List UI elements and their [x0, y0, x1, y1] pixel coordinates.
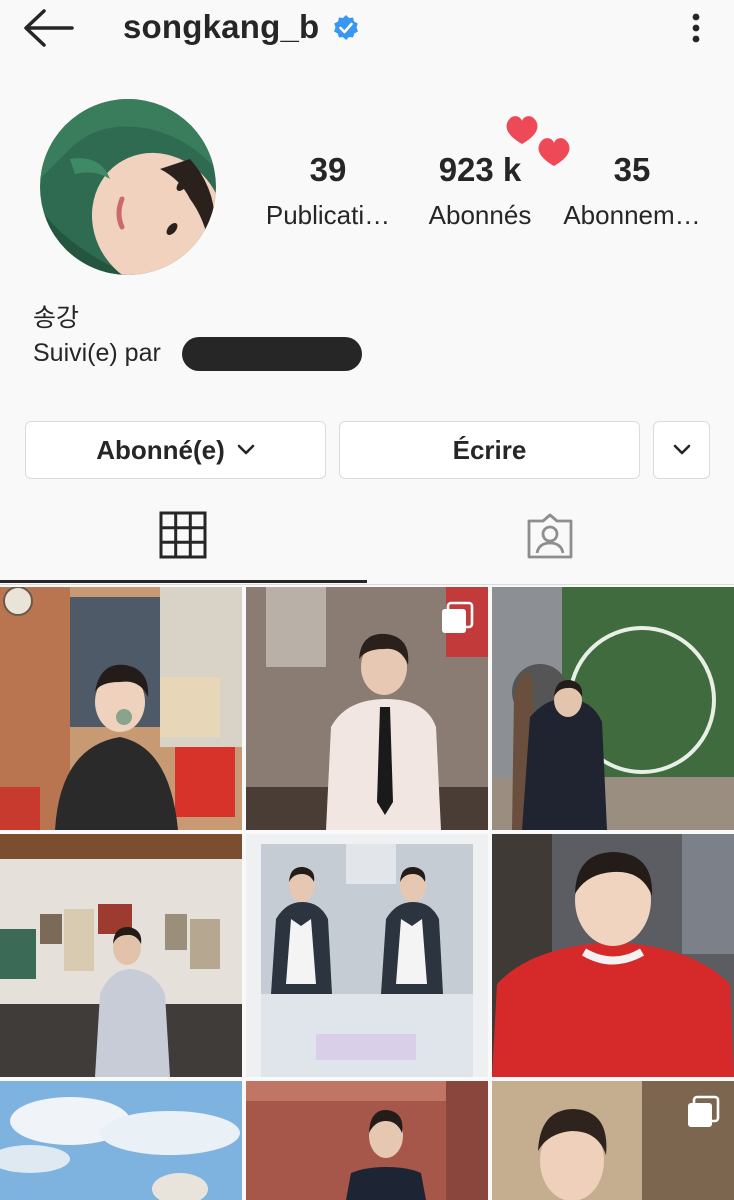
stat-following-value: 35	[613, 151, 651, 188]
chevron-down-icon	[673, 444, 690, 455]
stat-following[interactable]: 35 Abonnem…	[552, 150, 712, 232]
post-thumbnail[interactable]	[0, 1081, 242, 1200]
multiple-photos-icon	[688, 1095, 720, 1127]
multiple-photos-icon	[442, 601, 474, 633]
post-thumbnail[interactable]	[492, 834, 734, 1077]
post-thumbnail[interactable]	[492, 1081, 734, 1200]
redacted-text	[182, 337, 362, 371]
post-thumbnail[interactable]	[246, 1081, 488, 1200]
suggested-accounts-button[interactable]	[653, 421, 710, 479]
following-button-label: Abonné(e)	[96, 434, 225, 465]
message-button-label: Écrire	[452, 434, 527, 465]
post-thumbnail[interactable]	[246, 834, 488, 1077]
grid-icon[interactable]	[159, 511, 207, 559]
arrow-left-icon[interactable]	[22, 8, 76, 48]
post-thumbnail[interactable]	[0, 587, 242, 830]
stat-following-label: Abonnem…	[563, 200, 701, 230]
verified-badge-icon	[334, 15, 358, 40]
more-vertical-icon[interactable]	[684, 8, 708, 48]
profile-avatar[interactable]	[40, 99, 216, 275]
following-button[interactable]: Abonné(e)	[25, 421, 326, 479]
stat-posts-label: Publicati…	[265, 200, 391, 230]
stat-posts-value: 39	[309, 151, 347, 188]
stat-followers-label: Abonnés	[428, 200, 532, 230]
post-thumbnail[interactable]	[0, 834, 242, 1077]
active-tab-indicator	[0, 580, 367, 583]
post-thumbnail[interactable]	[246, 587, 488, 830]
stat-followers-value: 923 k	[438, 151, 522, 188]
message-button[interactable]: Écrire	[339, 421, 640, 479]
tagged-icon[interactable]	[525, 513, 575, 559]
profile-tabs	[0, 500, 734, 585]
top-bar: songkang_b	[0, 0, 734, 56]
stat-posts[interactable]: 39 Publicati…	[248, 150, 408, 232]
followed-by-text[interactable]: Suivi(e) par	[33, 339, 161, 368]
post-thumbnail[interactable]	[492, 587, 734, 830]
chevron-down-icon	[237, 444, 255, 455]
profile-full-name: 송강	[33, 304, 80, 332]
profile-username: songkang_b	[123, 8, 320, 45]
stat-followers[interactable]: 923 k Abonnés	[400, 150, 560, 232]
